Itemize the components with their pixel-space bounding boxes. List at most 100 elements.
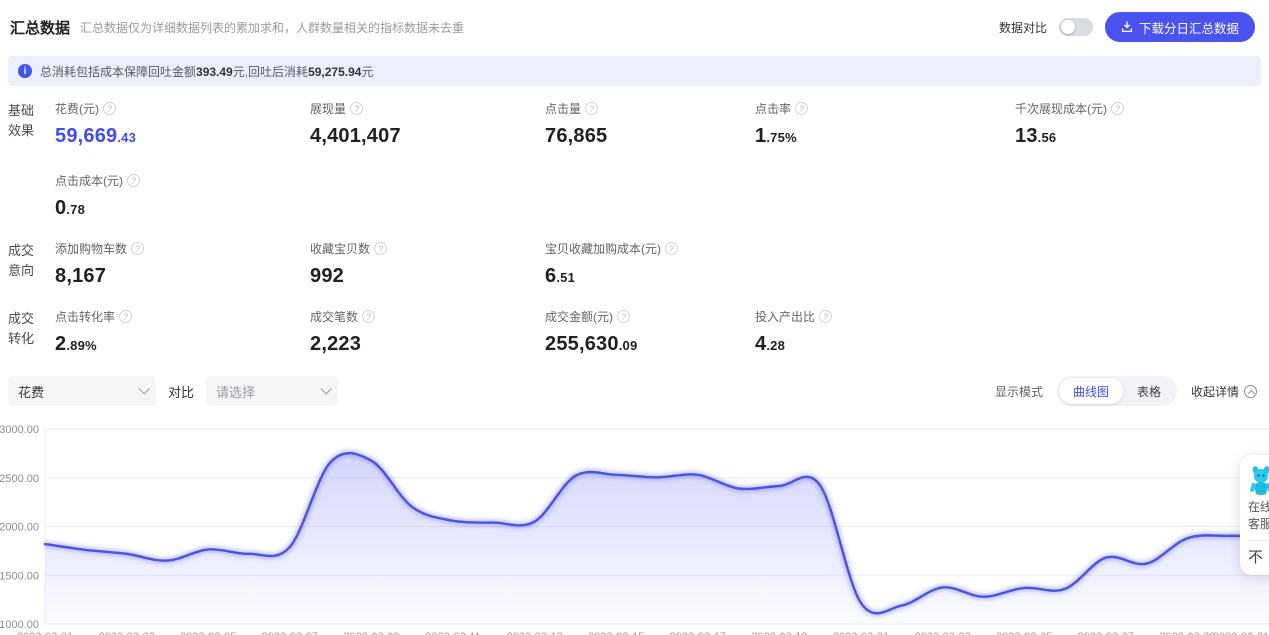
display-mode-label: 显示模式 — [994, 384, 1043, 399]
help-icon[interactable] — [1111, 102, 1124, 115]
display-mode-option[interactable]: 曲线图 — [1058, 378, 1123, 404]
metric-label: 花费(元) — [55, 102, 99, 116]
help-icon[interactable] — [585, 102, 599, 115]
x-axis-tick: 2023-03-17 — [670, 631, 726, 635]
chevron-down-icon — [138, 383, 150, 395]
data-compare-toggle[interactable] — [1058, 18, 1093, 36]
x-axis-tick: 2023-03-01 — [17, 631, 73, 635]
help-icon[interactable] — [665, 242, 678, 255]
metric-select[interactable]: 花费 — [8, 376, 156, 406]
display-mode-option[interactable]: 表格 — [1123, 378, 1175, 404]
metric-value: 13.56 — [1015, 125, 1057, 147]
help-icon[interactable] — [119, 310, 133, 323]
divider — [1248, 540, 1269, 541]
x-axis-tick: 2023-03-19 — [751, 631, 807, 635]
x-axis-tick: 2023-03-31 — [1213, 631, 1269, 635]
metric-card: 投入产出比 4.28 — [755, 308, 1015, 356]
metric-card: 收藏宝贝数 992 — [310, 240, 545, 288]
service-mascot-icon — [1250, 466, 1269, 495]
metric-value: 8,167 — [55, 265, 107, 287]
section-name: 基础 效果 — [8, 103, 35, 138]
metric-label: 收藏宝贝数 — [310, 242, 371, 256]
metric-value: 4,401,407 — [310, 125, 401, 147]
help-icon[interactable] — [795, 102, 809, 115]
metric-card: 添加购物车数 8,167 — [55, 240, 310, 288]
metric-card: 点击转化率 2.89% — [55, 308, 310, 356]
help-icon[interactable] — [374, 242, 388, 255]
metric-card: 展现量 4,401,407 — [310, 100, 545, 148]
page-subtitle: 汇总数据仅为详细数据列表的累加求和，人群数量相关的指标数据未去重 — [80, 20, 465, 35]
metric-value: 992 — [310, 265, 344, 287]
metric-value: 0.78 — [55, 197, 85, 219]
collapse-details-button[interactable]: 收起详情 — [1191, 383, 1257, 400]
metric-label: 宝贝收藏加购成本(元) — [545, 242, 661, 256]
display-mode-segmented: 曲线图 表格 — [1056, 376, 1177, 406]
help-icon[interactable] — [131, 242, 145, 255]
metric-card: 千次展现成本(元) 13.56 — [1015, 100, 1269, 148]
x-axis-tick: 2023-03-07 — [262, 631, 318, 635]
metric-label: 点击量 — [545, 102, 582, 116]
metric-label: 投入产出比 — [755, 310, 816, 324]
help-icon[interactable] — [819, 310, 833, 323]
customer-service-widget[interactable]: 在线 客服 不 — [1240, 455, 1269, 575]
metric-value: 76,865 — [545, 125, 608, 147]
summary-header: 汇总数据 汇总数据仅为详细数据列表的累加求和，人群数量相关的指标数据未去重 数据… — [0, 0, 1269, 50]
x-axis-tick: 2023-03-29 — [1159, 631, 1215, 635]
metric-value: 4.28 — [755, 333, 785, 355]
help-icon[interactable] — [617, 310, 630, 323]
service-label: 在线 客服 — [1248, 500, 1269, 531]
metric-card: 点击量 76,865 — [545, 100, 755, 148]
help-icon[interactable] — [103, 102, 116, 115]
compare-select[interactable]: 请选择 — [206, 376, 339, 406]
x-axis-tick: 2023-03-15 — [588, 631, 644, 635]
y-axis-tick: 2000.00 — [0, 522, 39, 534]
x-axis-tick: 2023-03-13 — [506, 631, 562, 635]
x-axis-tick: 2023-03-09 — [343, 631, 399, 635]
metric-label: 成交笔数 — [310, 310, 359, 324]
metric-section: 成交意向 添加购物车数 8,167 收藏宝贝数 992 宝贝收藏加购成本(元) 6.51 — [8, 240, 1269, 288]
page-title: 汇总数据 — [10, 19, 71, 37]
metric-label: 点击成本(元) — [55, 174, 123, 188]
metric-label: 千次展现成本(元) — [1015, 102, 1107, 116]
metric-value: 6.51 — [545, 265, 575, 287]
spend-line-chart[interactable]: 3000.002500.002000.001500.001000.002023-… — [0, 416, 1269, 635]
y-axis-tick: 2500.00 — [0, 473, 39, 485]
help-icon[interactable] — [127, 174, 140, 187]
section-name: 成交 转化 — [8, 311, 35, 346]
chart-controls: 花费 对比 请选择 显示模式 曲线图 表格 收起详情 — [8, 376, 1257, 406]
compare-label: 对比 — [168, 384, 195, 400]
x-axis-tick: 2023-03-21 — [833, 631, 889, 635]
data-compare-label: 数据对比 — [998, 20, 1047, 35]
metric-label: 成交金额(元) — [545, 310, 613, 324]
metric-value: 59,669.43 — [55, 125, 137, 147]
metric-card: 成交金额(元) 255,630.09 — [545, 308, 755, 356]
metric-card: 宝贝收藏加购成本(元) 6.51 — [545, 240, 755, 288]
section-name: 成交 意向 — [8, 243, 35, 278]
metric-value: 2,223 — [310, 333, 362, 355]
toggle-knob — [1060, 20, 1075, 34]
info-icon — [18, 64, 32, 78]
download-daily-summary-button[interactable]: 下载分日汇总数据 — [1104, 12, 1255, 42]
metric-value: 255,630.09 — [545, 333, 638, 355]
help-icon[interactable] — [362, 310, 376, 323]
summary-metrics: 基础效果花费(元)59,669.43展现量4,401,407点击量76,865点… — [0, 86, 1269, 356]
metric-label: 添加购物车数 — [55, 242, 128, 256]
download-icon — [1121, 21, 1133, 33]
x-axis-tick: 2023-03-03 — [98, 631, 154, 635]
consumption-notice-bar: 总消耗包括成本保障回吐金额393.49元,回吐后消耗59,275.94元 — [8, 56, 1261, 86]
x-axis-tick: 2023-03-25 — [996, 631, 1052, 635]
metric-label: 点击率 — [755, 102, 792, 116]
help-icon[interactable] — [350, 102, 364, 115]
y-axis-tick: 1000.00 — [0, 619, 39, 631]
x-axis-tick: 2023-03-27 — [1078, 631, 1134, 635]
service-action[interactable]: 不 — [1248, 546, 1263, 567]
y-axis-tick: 3000.00 — [0, 424, 39, 436]
metric-value: 1.75% — [755, 125, 797, 147]
notice-text: 总消耗包括成本保障回吐金额393.49元,回吐后消耗59,275.94元 — [40, 64, 374, 79]
metric-section: 成交转化 点击转化率 2.89% 成交笔数 2,223 成交金额(元) 255,630.09… — [8, 308, 1269, 356]
metric-card: 成交笔数 2,223 — [310, 308, 545, 356]
x-axis-tick: 2023-03-23 — [914, 631, 970, 635]
chevron-up-circle-icon — [1244, 384, 1257, 398]
x-axis-tick: 2023-03-05 — [180, 631, 236, 635]
metric-value: 2.89% — [55, 333, 97, 355]
